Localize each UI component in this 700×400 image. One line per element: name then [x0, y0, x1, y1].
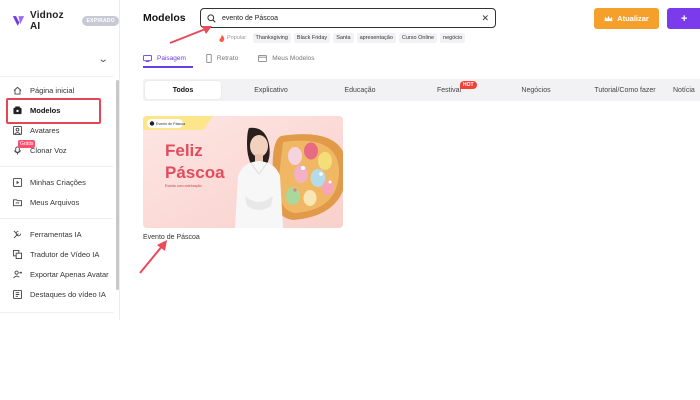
create-button[interactable]: + [667, 8, 700, 29]
sidebar-item-label: Clonar Voz [30, 145, 67, 155]
thumb-brand: Evento de Páscoa [156, 122, 185, 126]
sidebar-divider [0, 312, 113, 313]
sidebar-item-my-creations[interactable]: Minhas Criações [6, 172, 114, 192]
sidebar-item-my-files[interactable]: Meus Arquivos [6, 192, 114, 212]
sidebar-scrollbar[interactable] [116, 80, 119, 290]
upgrade-button[interactable]: Atualizar [594, 8, 659, 29]
app-name: Vidnoz AI [30, 10, 64, 32]
tab-my-templates[interactable]: Meus Modelos [258, 50, 334, 66]
upgrade-button-label: Atualizar [617, 14, 649, 23]
app-root: Vidnoz AI EXPIRADO ⌄ Página inicial Mode… [0, 0, 700, 400]
tab-label: Retrato [216, 54, 239, 62]
popular-chip[interactable]: apresentação [356, 33, 396, 43]
template-card[interactable]: Evento de Páscoa Feliz Páscoa Evento com… [143, 116, 343, 228]
hot-badge: HOT [460, 81, 477, 89]
popular-label-text: Popular: [227, 35, 248, 41]
tab-portrait[interactable]: Retrato [206, 50, 258, 66]
category-tutorial[interactable]: Tutorial/Como fazer [587, 79, 663, 101]
landscape-icon [143, 54, 152, 62]
play-square-icon [12, 177, 22, 187]
popular-label: Popular: [219, 34, 248, 42]
tab-landscape[interactable]: Paisagem [143, 50, 206, 66]
clear-icon[interactable]: ✕ [481, 13, 489, 24]
popular-chip[interactable]: Santa [333, 33, 354, 43]
sidebar-item-export-avatar[interactable]: Exportar Apenas Avatar [6, 264, 114, 284]
app-logo[interactable]: Vidnoz AI EXPIRADO [12, 10, 119, 32]
orientation-tabs: Paisagem Retrato Meus Modelos [143, 50, 335, 66]
sidebar-item-voice-clone[interactable]: Grátis Clonar Voz [6, 140, 114, 160]
sidebar-divider [0, 76, 113, 77]
template-thumbnail: Evento de Páscoa Feliz Páscoa Evento com… [143, 116, 343, 228]
thumb-title-line2: Páscoa [165, 163, 225, 182]
popular-chip[interactable]: Black Friday [293, 33, 331, 43]
sidebar-item-label: Destaques do vídeo IA [30, 289, 106, 299]
template-card-title[interactable]: Evento de Páscoa [143, 234, 200, 241]
sidebar-item-ai-tools[interactable]: Ferramentas IA [6, 224, 114, 244]
sidebar-item-label: Avatares [30, 125, 60, 135]
vidnoz-logo-icon [12, 16, 25, 26]
sidebar-item-label: Página inicial [30, 85, 75, 95]
tools-icon [12, 229, 22, 239]
sidebar-nav-library: Minhas Criações Meus Arquivos [6, 172, 114, 212]
thumb-title-line1: Feliz [165, 141, 203, 160]
category-education[interactable]: Educação [321, 79, 399, 101]
popular-chip[interactable]: negócio [440, 33, 466, 43]
tab-label: Paisagem [157, 54, 186, 62]
fire-icon [219, 34, 225, 42]
sidebar-item-label: Tradutor de Vídeo IA [30, 249, 100, 259]
avatar-icon [12, 125, 22, 135]
sidebar-nav-tools: Ferramentas IA Tradutor de Vídeo IA Expo… [6, 224, 114, 304]
tab-label: Meus Modelos [272, 54, 315, 62]
translate-icon [12, 249, 22, 259]
highlights-icon [12, 289, 22, 299]
sidebar-item-video-translator[interactable]: Tradutor de Vídeo IA [6, 244, 114, 264]
free-tag: Grátis [18, 140, 36, 148]
category-news[interactable]: Notícia [673, 79, 700, 101]
search-input[interactable]: evento de Páscoa [222, 15, 475, 22]
category-festival[interactable]: Festival [409, 79, 489, 101]
search-bar[interactable]: evento de Páscoa ✕ [200, 8, 496, 28]
search-icon [207, 13, 216, 23]
page-title: Modelos [143, 12, 186, 24]
category-bar: Todos Explicativo Educação Festival Negó… [143, 79, 700, 101]
sidebar-item-label: Meus Arquivos [30, 197, 80, 207]
thumb-brand-pill: Evento de Páscoa [147, 119, 185, 128]
annotation-highlight-box [6, 98, 101, 124]
chevron-down-icon[interactable]: ⌄ [98, 54, 109, 65]
plus-icon: + [681, 12, 688, 25]
plan-badge: EXPIRADO [82, 16, 119, 26]
popular-chip[interactable]: Thanksgiving [252, 33, 291, 43]
export-avatar-icon [12, 269, 22, 279]
thumb-subtitle: Evento com celebração [165, 184, 202, 188]
category-all[interactable]: Todos [145, 81, 221, 99]
home-icon [12, 85, 22, 95]
category-explainer[interactable]: Explicativo [231, 79, 311, 101]
sidebar-divider [0, 218, 113, 219]
sidebar-item-home[interactable]: Página inicial [6, 80, 114, 100]
popular-searches: Popular: Thanksgiving Black Friday Santa… [219, 33, 466, 43]
folder-icon [12, 197, 22, 207]
sidebar-item-label: Ferramentas IA [30, 229, 82, 239]
sidebar-item-label: Minhas Criações [30, 177, 86, 187]
popular-chip[interactable]: Curso Online [398, 33, 438, 43]
sidebar: Vidnoz AI EXPIRADO ⌄ Página inicial Mode… [0, 0, 120, 320]
my-templates-icon [258, 54, 268, 62]
annotation-arrow-card [139, 240, 167, 274]
sidebar-item-label: Exportar Apenas Avatar [30, 269, 109, 279]
sidebar-divider [0, 166, 113, 167]
category-business[interactable]: Negócios [495, 79, 577, 101]
sidebar-item-video-highlights[interactable]: Destaques do vídeo IA [6, 284, 114, 304]
crown-icon [604, 15, 613, 22]
active-tab-indicator [143, 66, 193, 68]
portrait-icon [206, 53, 212, 63]
